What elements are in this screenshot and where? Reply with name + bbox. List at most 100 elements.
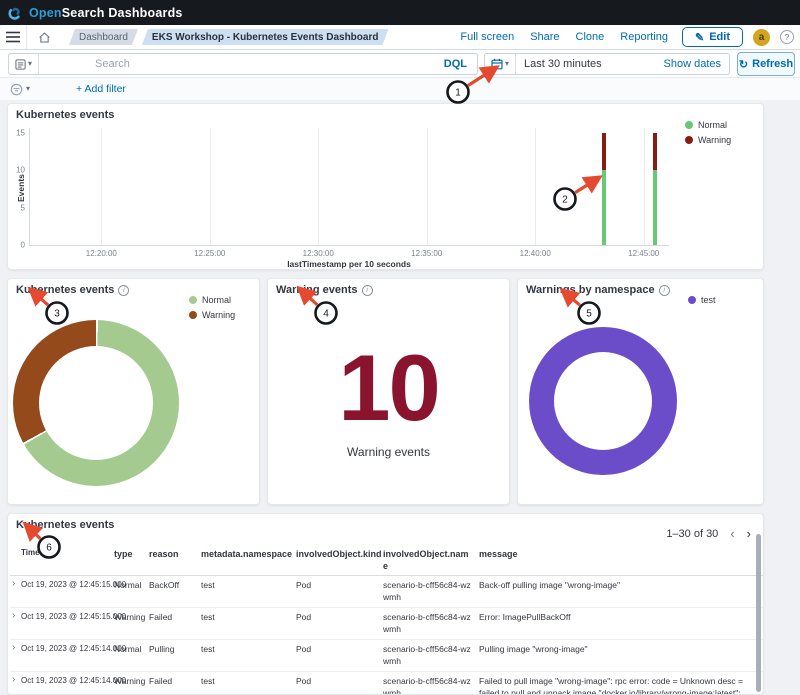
bar-segment-normal[interactable] xyxy=(653,170,657,245)
table-row: ›Oct 19, 2023 @ 12:45:14.000WarningFaile… xyxy=(10,672,763,695)
warning-events-metric-label: Warning events xyxy=(268,445,509,459)
legend-dot xyxy=(685,121,693,129)
column-header-time[interactable]: Time▾ xyxy=(21,545,114,562)
column-header-involvedobject-kind[interactable]: involvedObject.kind xyxy=(296,545,383,563)
cell-reason: Pulling xyxy=(149,640,201,659)
events-donut-chart[interactable] xyxy=(13,320,179,486)
chevron-down-icon: ▾ xyxy=(26,85,30,93)
cell-namespace: test xyxy=(201,640,296,659)
info-icon[interactable]: i xyxy=(118,285,129,296)
cell-time: Oct 19, 2023 @ 12:45:14.000 xyxy=(21,672,114,691)
show-dates-button[interactable]: Show dates xyxy=(664,58,729,70)
legend-dot xyxy=(189,296,197,304)
column-header-reason[interactable]: reason xyxy=(149,545,201,563)
panel-title: Warnings by namespace i xyxy=(526,284,670,296)
column-header-involvedobject-name[interactable]: involvedObject.name xyxy=(383,545,479,575)
panel-kubernetes-events-histogram: Kubernetes events 12:20:0012:25:0012:30:… xyxy=(7,103,764,270)
chart-legend: test xyxy=(688,295,716,305)
logo-text-rest: Search Dashboards xyxy=(62,6,183,20)
panel-title: Kubernetes events i xyxy=(16,284,129,296)
calendar-icon xyxy=(491,58,503,70)
expander-column-header xyxy=(10,545,21,547)
column-header-message[interactable]: message xyxy=(479,545,763,563)
opensearch-logo[interactable]: OpenSearch Dashboards xyxy=(8,5,183,20)
pagination-range: 1–30 of 30 xyxy=(666,528,718,540)
column-header-metadata-namespace[interactable]: metadata.namespace xyxy=(201,545,296,563)
bar-segment-normal[interactable] xyxy=(602,170,606,245)
column-header-type[interactable]: type xyxy=(114,545,149,563)
x-tick-label: 12:20:00 xyxy=(86,249,117,258)
logo-text-open: Open xyxy=(29,6,62,20)
donut-hole xyxy=(39,346,153,460)
expand-row-icon[interactable]: › xyxy=(10,608,21,622)
grid-line xyxy=(210,128,211,245)
edit-button[interactable]: ✎ Edit xyxy=(682,27,743,47)
nav-bar: Dashboard EKS Workshop - Kubernetes Even… xyxy=(0,25,800,50)
panel-title: Kubernetes events xyxy=(16,519,114,531)
saved-query-menu-button[interactable]: ▾ xyxy=(9,54,39,74)
bar-segment-warning[interactable] xyxy=(653,133,657,170)
cell-type: Warning xyxy=(114,672,149,691)
table-pagination: 1–30 of 30 ‹ › xyxy=(666,527,751,540)
legend-item-warning[interactable]: Warning xyxy=(685,135,731,145)
donut-hole xyxy=(554,352,652,450)
legend-item-warning[interactable]: Warning xyxy=(189,310,235,320)
nav-link-share[interactable]: Share xyxy=(530,31,559,43)
previous-page-icon[interactable]: ‹ xyxy=(730,527,734,540)
filter-bar: ▾ + Add filter xyxy=(0,78,800,100)
chevron-down-icon: ▾ xyxy=(28,60,32,68)
menu-icon[interactable] xyxy=(0,25,26,49)
legend-label: Warning xyxy=(698,135,731,145)
expand-row-icon[interactable]: › xyxy=(10,672,21,686)
legend-item-test[interactable]: test xyxy=(688,295,716,305)
cell-name: scenario-b-cff56c84-wzwmh xyxy=(383,576,479,607)
opensearch-logo-icon xyxy=(8,5,23,20)
expand-row-icon[interactable]: › xyxy=(10,640,21,654)
nav-link-reporting[interactable]: Reporting xyxy=(620,31,668,43)
y-axis-line xyxy=(29,128,30,245)
search-input[interactable] xyxy=(39,57,434,71)
x-tick-label: 12:35:00 xyxy=(411,249,442,258)
help-icon[interactable]: ? xyxy=(780,30,794,44)
avatar[interactable]: a xyxy=(753,29,770,46)
panel-warnings-by-namespace: Warnings by namespace i test xyxy=(517,278,764,505)
bar-segment-warning[interactable] xyxy=(602,133,606,170)
events-histogram-chart: 12:20:0012:25:0012:30:0012:35:0012:40:00… xyxy=(8,104,763,269)
query-language-button[interactable]: DQL xyxy=(434,58,477,70)
panel-title: Warning events i xyxy=(276,284,373,296)
calendar-menu-button[interactable]: ▾ xyxy=(485,54,516,74)
cell-name: scenario-b-cff56c84-wzwmh xyxy=(383,608,479,639)
legend-item-normal[interactable]: Normal xyxy=(189,295,235,305)
grid-line xyxy=(318,128,319,245)
info-icon[interactable]: i xyxy=(362,285,373,296)
table-scrollbar[interactable] xyxy=(756,534,761,692)
app-header: OpenSearch Dashboards xyxy=(0,0,800,25)
nav-divider xyxy=(26,25,27,49)
home-icon[interactable] xyxy=(31,25,57,49)
panel-kubernetes-events-table: Kubernetes events 1–30 of 30 ‹ › Time▾ty… xyxy=(7,513,764,695)
info-icon[interactable]: i xyxy=(659,285,670,296)
time-range-label[interactable]: Last 30 minutes xyxy=(516,58,602,70)
cell-message: Error: ImagePullBackOff xyxy=(479,608,763,627)
cell-kind: Pod xyxy=(296,608,383,627)
add-filter-button[interactable]: + Add filter xyxy=(76,83,126,95)
filter-menu-button[interactable]: ▾ xyxy=(10,83,30,96)
grid-line xyxy=(101,128,102,245)
events-table: Time▾typereasonmetadata.namespaceinvolve… xyxy=(10,545,763,695)
cell-namespace: test xyxy=(201,576,296,595)
x-tick-label: 12:30:00 xyxy=(303,249,334,258)
chevron-down-icon: ▾ xyxy=(505,60,509,68)
legend-item-normal[interactable]: Normal xyxy=(685,120,731,130)
next-page-icon[interactable]: › xyxy=(747,527,751,540)
namespace-donut-chart[interactable] xyxy=(529,327,677,475)
nav-link-clone[interactable]: Clone xyxy=(576,31,605,43)
grid-line xyxy=(644,128,645,245)
nav-link-full-screen[interactable]: Full screen xyxy=(460,31,514,43)
saved-query-icon xyxy=(15,59,26,70)
breadcrumb-dashboard[interactable]: Dashboard xyxy=(69,29,138,45)
chart-legend: Normal Warning xyxy=(189,295,235,320)
x-tick-label: 12:40:00 xyxy=(520,249,551,258)
cell-time: Oct 19, 2023 @ 12:45:14.000 xyxy=(21,640,114,659)
expand-row-icon[interactable]: › xyxy=(10,576,21,590)
refresh-button[interactable]: ↻ Refresh xyxy=(737,52,795,76)
